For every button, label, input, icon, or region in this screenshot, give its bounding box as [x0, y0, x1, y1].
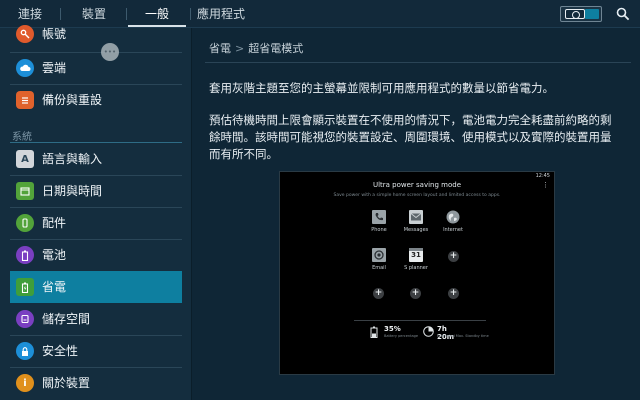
- info-icon: i: [16, 374, 34, 392]
- sidebar-item-label: 關於裝置: [42, 376, 91, 390]
- cloud-icon: [16, 59, 34, 77]
- sidebar-item-label: 省電: [42, 280, 67, 294]
- search-icon[interactable]: [616, 7, 630, 21]
- standby-value: 7h 20m: [437, 325, 455, 341]
- globe-icon: [446, 210, 460, 224]
- preview-app-email: Email: [364, 248, 394, 278]
- sidebar-item-label: 電池: [42, 248, 67, 262]
- app-label: Messages: [403, 227, 429, 233]
- preview-app-internet: Internet: [438, 210, 468, 240]
- preview-title: Ultra power saving mode: [372, 181, 462, 189]
- battery-icon: [16, 246, 34, 264]
- app-label: Email: [372, 265, 386, 271]
- breadcrumb-current: 超省電模式: [248, 42, 304, 55]
- key-icon: [16, 25, 34, 43]
- description-text: 套用灰階主題至您的主螢幕並限制可用應用程式的數量以節省電力。: [209, 81, 554, 95]
- sidebar-item-date-time[interactable]: 日期與時間: [10, 175, 182, 207]
- scroll-indicator[interactable]: •••: [101, 43, 119, 61]
- preview-status-time: 12:45: [535, 173, 550, 179]
- add-app-icon: +: [410, 288, 421, 299]
- power-saving-icon: [16, 278, 34, 296]
- sidebar-item-label: 語言與輸入: [42, 152, 103, 166]
- view-mode-toggle[interactable]: [560, 6, 602, 22]
- battery-caption: Battery percentage: [384, 334, 418, 338]
- sidebar-item-power-saving[interactable]: 省電: [10, 271, 182, 303]
- preview-app-messages: Messages: [401, 210, 431, 240]
- battery-value: 35%: [384, 325, 401, 333]
- sidebar-item-accounts[interactable]: 帳號: [10, 18, 182, 50]
- app-label: Phone: [371, 227, 387, 233]
- sidebar-item-label: 日期與時間: [42, 184, 103, 198]
- email-icon: [372, 248, 386, 262]
- sidebar-item-battery[interactable]: 電池: [10, 239, 182, 271]
- sidebar-item-about-device[interactable]: i 關於裝置: [10, 367, 182, 399]
- settings-sidebar: 帳號 雲端 備份與重設 系統 A 語言與輸入 日期與時間 配件 電池 省電 儲存…: [0, 25, 192, 400]
- accessory-icon: [16, 214, 34, 232]
- toggle-knob: [565, 9, 585, 19]
- calendar-icon: [16, 182, 34, 200]
- add-app-icon: +: [448, 251, 459, 262]
- sidebar-item-label: 配件: [42, 216, 67, 230]
- preview-app-s-planner: S planner 31: [401, 248, 431, 278]
- sidebar-item-label: 帳號: [42, 27, 67, 41]
- clock-icon: [423, 326, 434, 337]
- sidebar-item-language-input[interactable]: A 語言與輸入: [10, 143, 182, 175]
- sidebar-item-label: 雲端: [42, 61, 67, 75]
- ultra-power-saving-preview: 12:45 Ultra power saving mode ⋮ Save pow…: [279, 171, 555, 375]
- breadcrumb-separator: >: [235, 42, 245, 55]
- calendar-day: 31: [411, 251, 421, 259]
- tab-divider: [190, 8, 191, 20]
- phone-icon: [372, 210, 386, 224]
- sidebar-section-header: 系統: [12, 132, 32, 143]
- toggle-track-accent: [585, 9, 599, 19]
- sidebar-item-backup-reset[interactable]: 備份與重設: [10, 84, 182, 116]
- sidebar-item-storage[interactable]: 儲存空間: [10, 303, 182, 335]
- preview-divider: [354, 320, 486, 321]
- backup-icon: [16, 91, 34, 109]
- breadcrumb-parent[interactable]: 省電: [209, 42, 231, 55]
- standby-caption: Estimated Max. Standby time: [437, 334, 489, 338]
- sidebar-item-label: 備份與重設: [42, 93, 103, 107]
- language-icon: A: [16, 150, 34, 168]
- add-app-icon: +: [448, 288, 459, 299]
- breadcrumb: 省電 > 超省電模式: [209, 40, 303, 56]
- battery-icon: [370, 326, 378, 338]
- sidebar-item-security[interactable]: 安全性: [10, 335, 182, 367]
- storage-icon: [16, 310, 34, 328]
- sidebar-item-label: 儲存空間: [42, 312, 91, 326]
- sidebar-item-cloud[interactable]: 雲端: [10, 52, 182, 84]
- sidebar-item-accessories[interactable]: 配件: [10, 207, 182, 239]
- sidebar-item-label: 安全性: [42, 344, 79, 358]
- detail-pane: 省電 > 超省電模式 套用灰階主題至您的主螢幕並限制可用應用程式的數量以節省電力。 …: [193, 28, 640, 400]
- add-app-icon: +: [373, 288, 384, 299]
- preview-app-phone: Phone: [364, 210, 394, 240]
- breadcrumb-divider: [205, 62, 631, 63]
- lock-icon: [16, 342, 34, 360]
- tab-applications[interactable]: 應用程式: [192, 0, 250, 27]
- more-options-icon: ⋮: [542, 181, 549, 189]
- preview-subtitle: Save power with a simple home screen lay…: [333, 193, 501, 198]
- app-label: Internet: [443, 227, 463, 233]
- standby-note-text: 預估待機時間上限會顯示裝置在不使用的情況下，電池電力完全耗盡前約略的剩餘時間。該…: [209, 113, 612, 161]
- messages-icon: [409, 210, 423, 224]
- app-label: S planner: [404, 265, 428, 271]
